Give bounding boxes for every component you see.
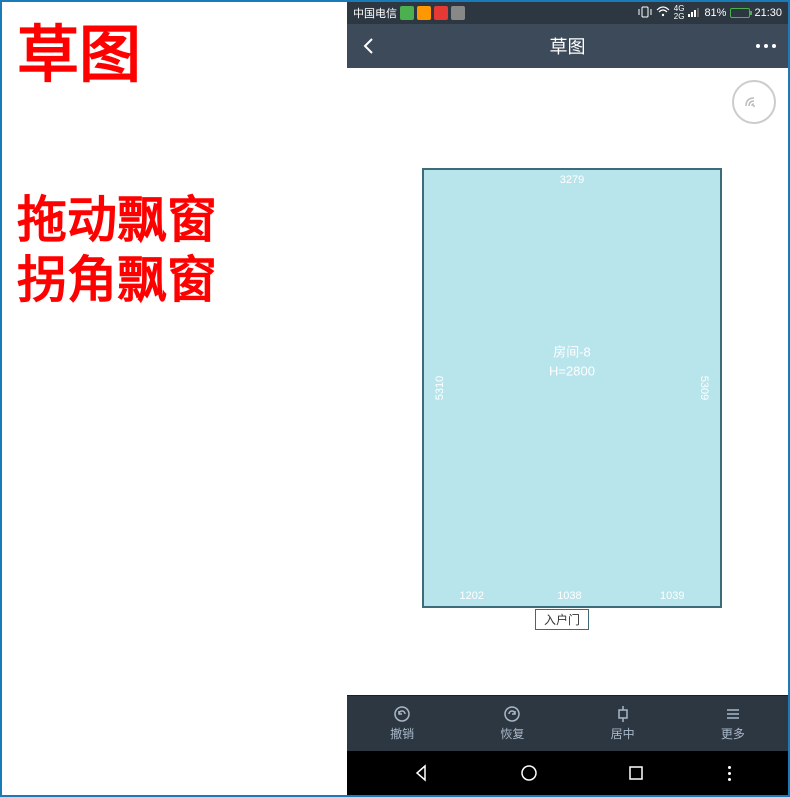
sync-button[interactable] bbox=[732, 80, 776, 124]
dimension-bottom-left: 1202 bbox=[460, 590, 484, 602]
door-label[interactable]: 入户门 bbox=[535, 609, 589, 630]
redo-icon bbox=[503, 705, 521, 723]
dimension-bottom-mid: 1038 bbox=[557, 590, 581, 602]
status-bar: 中国电信 4G2G 81% 21:30 bbox=[347, 2, 788, 24]
room-name: 房间-8 bbox=[549, 342, 595, 362]
vibrate-icon bbox=[638, 6, 652, 21]
signal-bars-icon bbox=[688, 7, 700, 20]
status-app-icon bbox=[417, 6, 431, 20]
android-nav-bar bbox=[347, 751, 788, 795]
room-shape[interactable]: 3279 5310 5309 1202 1038 1039 房间-8 H=280… bbox=[422, 168, 722, 608]
page-title: 草图 bbox=[550, 33, 586, 59]
undo-icon bbox=[393, 705, 411, 723]
status-usb-icon bbox=[451, 6, 465, 20]
status-app-icon bbox=[400, 6, 414, 20]
annotation-line2: 拐角飘窗 bbox=[17, 250, 332, 310]
carrier-label: 中国电信 bbox=[353, 5, 397, 21]
annotation-panel: 草图 拖动飘窗 拐角飘窗 bbox=[2, 2, 347, 795]
center-button[interactable]: 居中 bbox=[568, 696, 678, 751]
undo-button[interactable]: 撤销 bbox=[347, 696, 457, 751]
nav-recent-button[interactable] bbox=[606, 764, 666, 782]
dimension-right: 5309 bbox=[698, 376, 710, 400]
dimension-top: 3279 bbox=[560, 174, 584, 186]
annotation-line1: 拖动飘窗 bbox=[17, 190, 332, 250]
redo-button[interactable]: 恢复 bbox=[457, 696, 567, 751]
dimension-left: 5310 bbox=[434, 376, 446, 400]
status-app-icon bbox=[434, 6, 448, 20]
nav-home-button[interactable] bbox=[499, 763, 559, 783]
menu-icon bbox=[724, 705, 742, 723]
nav-menu-button[interactable] bbox=[714, 766, 744, 781]
battery-icon bbox=[730, 8, 750, 18]
phone-screen: 中国电信 4G2G 81% 21:30 bbox=[347, 2, 788, 795]
room-height: H=2800 bbox=[549, 362, 595, 382]
dimension-bottom-right: 1039 bbox=[660, 590, 684, 602]
room-info: 房间-8 H=2800 bbox=[549, 342, 595, 381]
more-tools-button[interactable]: 更多 bbox=[678, 696, 788, 751]
network-type: 4G2G bbox=[674, 5, 685, 21]
more-options-button[interactable] bbox=[744, 44, 788, 48]
battery-percent: 81% bbox=[704, 7, 726, 19]
nav-back-button[interactable] bbox=[391, 763, 451, 783]
annotation-title: 草图 bbox=[17, 22, 332, 90]
wifi-icon bbox=[656, 6, 670, 21]
clock: 21:30 bbox=[754, 7, 782, 19]
back-button[interactable] bbox=[347, 37, 391, 55]
drawing-canvas[interactable]: 3279 5310 5309 1202 1038 1039 房间-8 H=280… bbox=[347, 68, 788, 695]
app-toolbar: 撤销 恢复 居中 更多 bbox=[347, 695, 788, 751]
center-icon bbox=[614, 705, 632, 723]
app-header: 草图 bbox=[347, 24, 788, 68]
